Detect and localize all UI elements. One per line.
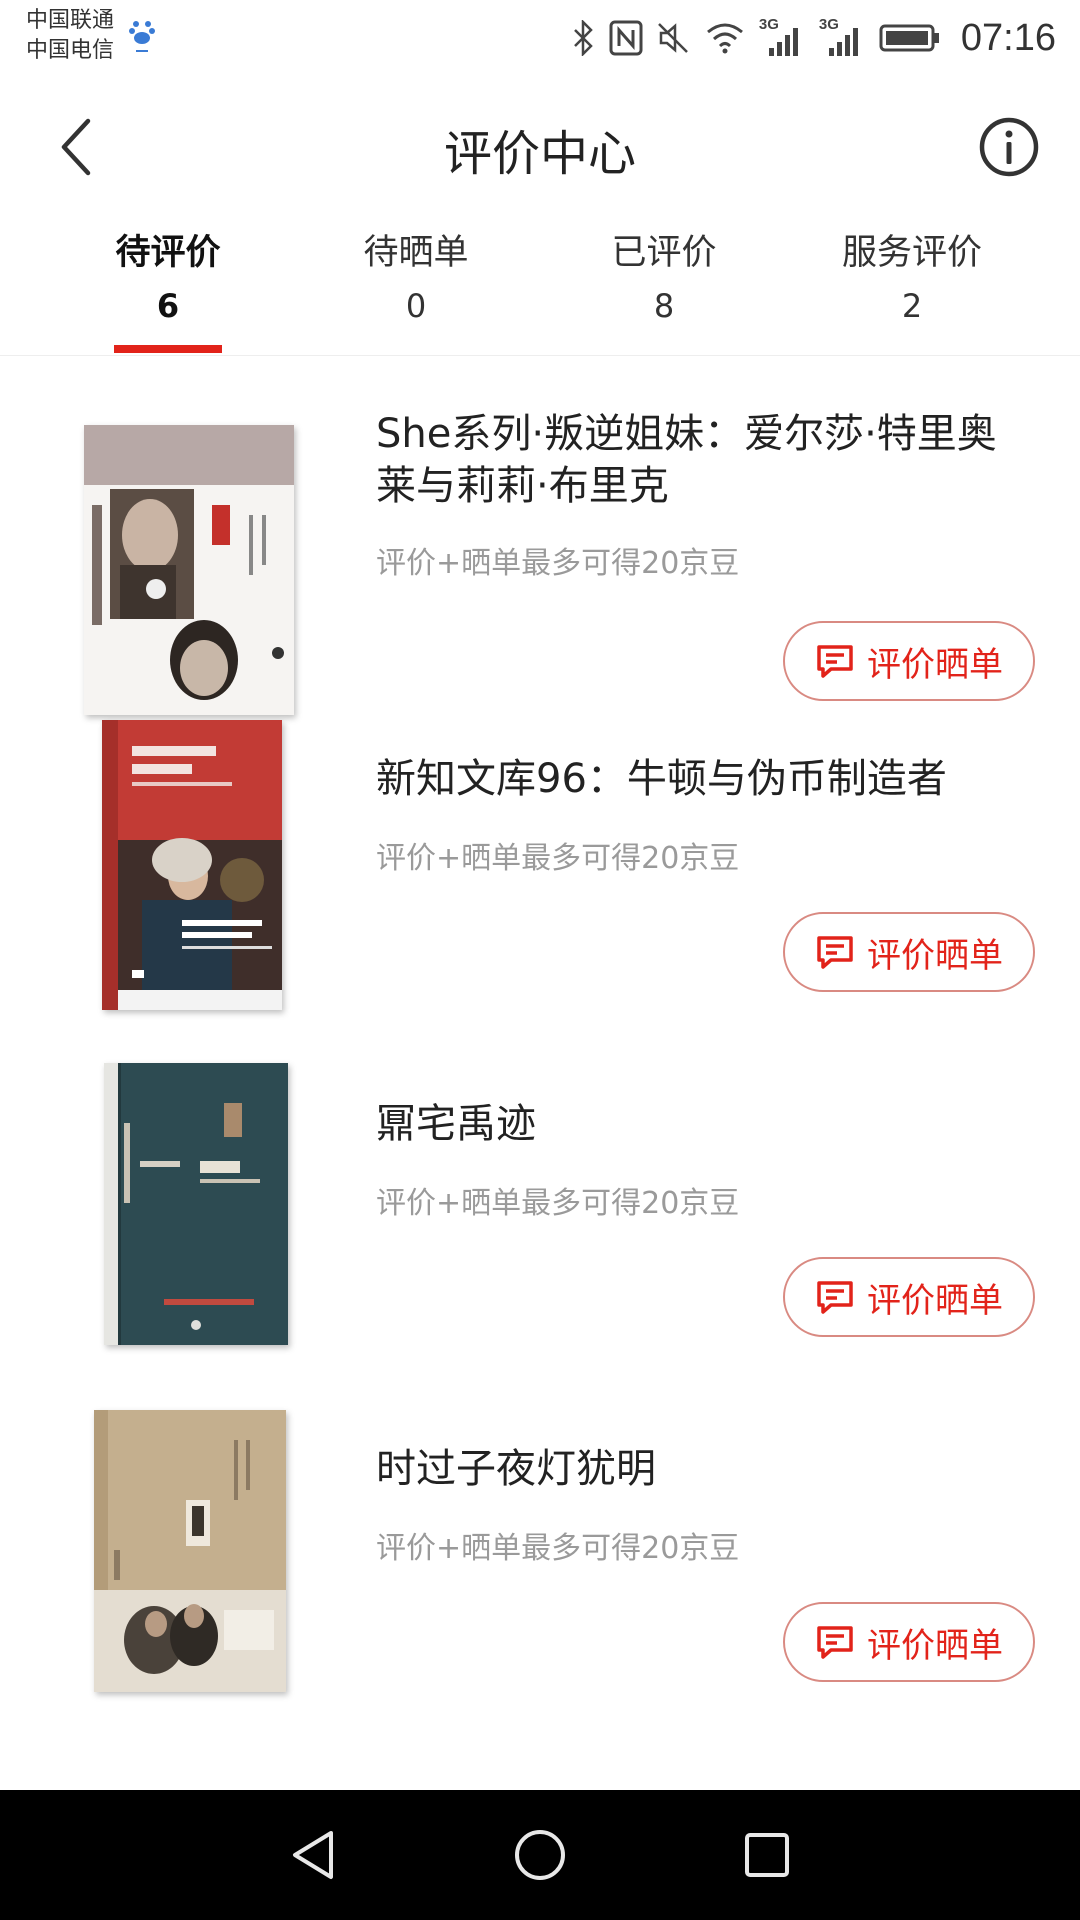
wifi-icon xyxy=(706,23,743,54)
status-icons: 3G 3G 07:16 xyxy=(571,10,1056,66)
book-cover-art xyxy=(94,1410,286,1692)
list-item: 鼏宅禹迹 评价+晒单最多可得20京豆 评价晒单 xyxy=(0,1046,1080,1391)
pending-review-list: She系列·叛逆姐妹：爱尔莎·特里奥莱与莉莉·布里克 评价+晒单最多可得20京豆… xyxy=(0,356,1080,1736)
tab-reviewed[interactable]: 已评价 8 xyxy=(540,220,788,355)
review-button-label: 评价晒单 xyxy=(867,935,1003,976)
review-button-label: 评价晒单 xyxy=(867,1625,1003,1666)
active-tab-indicator xyxy=(114,345,222,353)
tab-count: 2 xyxy=(901,287,923,325)
header: 评价中心 xyxy=(0,76,1080,216)
reward-hint: 评价+晒单最多可得20京豆 xyxy=(376,1531,740,1566)
item-title[interactable]: 鼏宅禹迹 xyxy=(376,1098,1036,1150)
list-item: 时过子夜灯犹明 评价+晒单最多可得20京豆 评价晒单 xyxy=(0,1391,1080,1736)
comment-icon xyxy=(817,1626,853,1659)
tab-pending-review[interactable]: 待评价 6 xyxy=(44,220,292,355)
reward-hint: 评价+晒单最多可得20京豆 xyxy=(376,1186,740,1221)
review-tabs: 待评价 6 待晒单 0 已评价 8 服务评价 2 xyxy=(0,220,1080,356)
review-showcase-button[interactable]: 评价晒单 xyxy=(783,621,1035,701)
system-navigation-bar xyxy=(0,1790,1080,1920)
book-cover-art xyxy=(102,720,282,1010)
signal-2-icon xyxy=(828,28,858,56)
signal-2-indicator: 3G xyxy=(819,16,865,58)
carrier-2-label: 中国电信 xyxy=(26,38,115,63)
list-item: 新知文库96：牛顿与伪币制造者 评价+晒单最多可得20京豆 评价晒单 xyxy=(0,701,1080,1046)
status-bar: 中国联通 中国电信 3G 3G 07:16 xyxy=(0,0,1080,76)
review-button-label: 评价晒单 xyxy=(867,1280,1003,1321)
review-showcase-button[interactable]: 评价晒单 xyxy=(783,1602,1035,1682)
reward-hint: 评价+晒单最多可得20京豆 xyxy=(376,546,740,581)
bluetooth-icon xyxy=(574,20,593,56)
book-cover-image[interactable] xyxy=(94,1410,286,1692)
nav-home-icon[interactable] xyxy=(512,1827,568,1883)
comment-icon xyxy=(817,645,853,678)
page-title: 评价中心 xyxy=(443,126,636,182)
carrier-1-label: 中国联通 xyxy=(26,8,115,33)
tab-count: 8 xyxy=(653,287,675,325)
tab-count: 0 xyxy=(405,287,427,325)
book-cover-image[interactable] xyxy=(84,425,294,715)
review-showcase-button[interactable]: 评价晒单 xyxy=(783,1257,1035,1337)
info-icon[interactable] xyxy=(978,116,1040,178)
mute-icon xyxy=(658,23,688,53)
book-cover-art xyxy=(104,1063,288,1345)
item-title[interactable]: She系列·叛逆姐妹：爱尔莎·特里奥莱与莉莉·布里克 xyxy=(376,408,1036,512)
review-button-label: 评价晒单 xyxy=(867,644,1003,685)
review-showcase-button[interactable]: 评价晒单 xyxy=(783,912,1035,992)
nav-recents-icon[interactable] xyxy=(739,1827,795,1883)
reward-hint: 评价+晒单最多可得20京豆 xyxy=(376,841,740,876)
signal-1-indicator: 3G xyxy=(759,16,805,58)
comment-icon xyxy=(817,1281,853,1314)
item-title[interactable]: 新知文库96：牛顿与伪币制造者 xyxy=(376,753,1036,805)
tab-count: 6 xyxy=(156,287,180,325)
nav-back-icon[interactable] xyxy=(285,1827,341,1883)
signal-1-icon xyxy=(768,28,798,56)
tab-label: 待评价 xyxy=(115,233,221,273)
tab-label: 待晒单 xyxy=(363,233,469,273)
clock: 07:16 xyxy=(960,16,1056,59)
battery-icon xyxy=(879,24,939,52)
nfc-icon xyxy=(609,20,643,56)
baidu-paw-icon xyxy=(129,21,155,52)
item-title[interactable]: 时过子夜灯犹明 xyxy=(376,1443,1036,1495)
list-item: She系列·叛逆姐妹：爱尔莎·特里奥莱与莉莉·布里克 评价+晒单最多可得20京豆… xyxy=(0,356,1080,715)
comment-icon xyxy=(817,936,853,969)
book-cover-image[interactable] xyxy=(104,1063,288,1345)
tab-service-review[interactable]: 服务评价 2 xyxy=(788,220,1036,355)
tab-label: 服务评价 xyxy=(841,233,982,273)
tab-pending-showcase[interactable]: 待晒单 0 xyxy=(292,220,540,355)
carrier-labels: 中国联通 中国电信 xyxy=(26,6,114,66)
tab-label: 已评价 xyxy=(611,233,717,273)
book-cover-image[interactable] xyxy=(102,720,282,1010)
book-cover-art xyxy=(84,425,294,715)
